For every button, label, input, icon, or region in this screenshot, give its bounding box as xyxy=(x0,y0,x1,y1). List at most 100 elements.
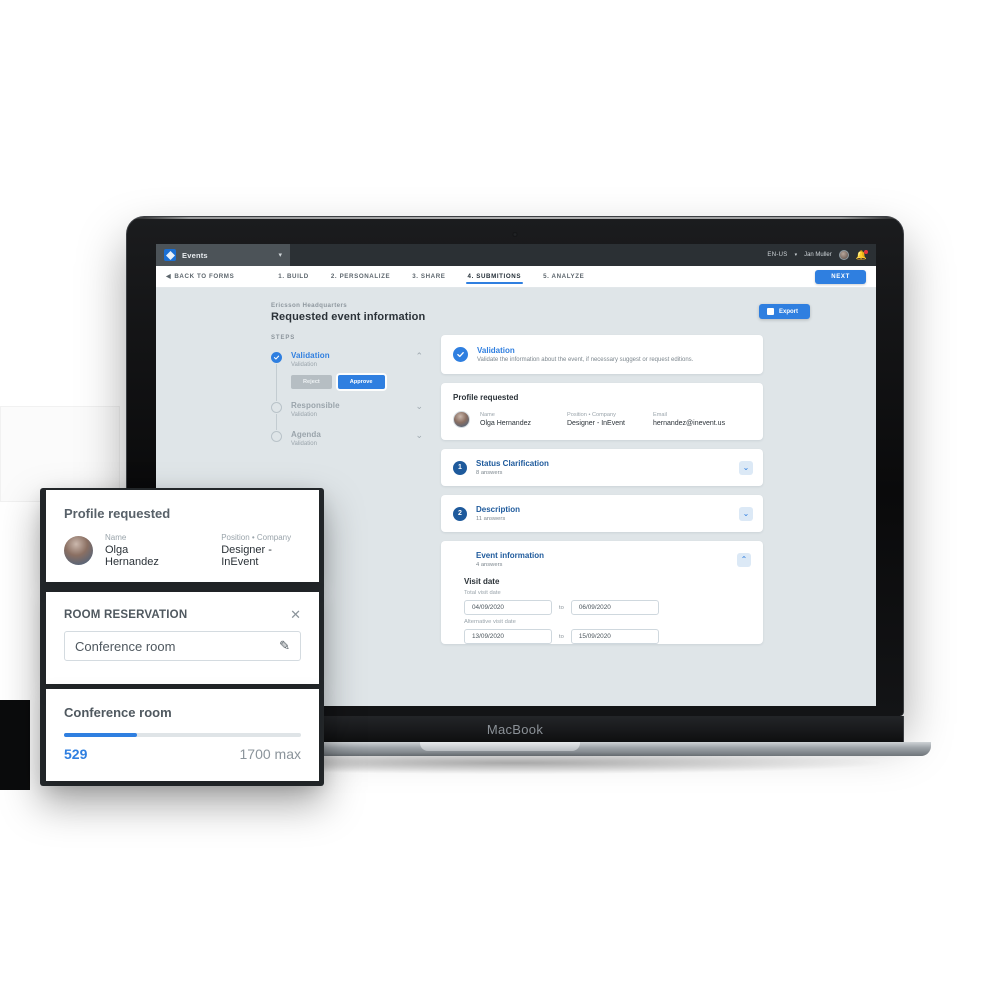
user-name[interactable]: Jan Muller xyxy=(804,252,832,258)
field-label: Name xyxy=(105,533,127,542)
overlay-profile-row: Name Olga Hernandez Position • Company D… xyxy=(64,533,301,568)
section-status-clarification[interactable]: 1 Status Clarification 8 answers ⌄ xyxy=(441,449,763,486)
export-label: Export xyxy=(778,308,798,315)
field-label: Position • Company xyxy=(221,533,292,542)
step-subtitle: Validation xyxy=(291,441,317,447)
field-value: Designer - InEvent xyxy=(221,544,272,568)
to-label: to xyxy=(559,604,564,611)
total-visit-from-input[interactable]: 04/09/2020 xyxy=(464,600,552,615)
validation-card: Validation Validate the information abou… xyxy=(441,335,763,374)
chevron-down-icon[interactable]: ▾ xyxy=(278,251,282,259)
app-topbar: Events ▾ EN-US ▾ Jan Muller 🔔 xyxy=(156,244,876,266)
profile-requested-card: Profile requested Name Olga Hernandez Po… xyxy=(441,383,763,440)
chevron-up-icon[interactable]: ⌃ xyxy=(737,552,751,567)
section-title: Status Clarification xyxy=(476,459,549,468)
room-name-input[interactable]: Conference room ✎ xyxy=(64,631,301,661)
alt-visit-from-input[interactable]: 13/09/2020 xyxy=(464,629,552,644)
next-button[interactable]: NEXT xyxy=(815,269,866,284)
app-switcher[interactable]: Events ▾ xyxy=(156,244,290,266)
wizard-steps: 1. BUILD 2. PERSONALIZE 3. SHARE 4. SUBM… xyxy=(278,271,584,284)
tab-submitions[interactable]: 4. SUBMITIONS xyxy=(465,273,523,284)
check-circle-icon xyxy=(271,352,282,363)
capacity-max: 1700 max xyxy=(239,746,301,762)
profile-card-title: Profile requested xyxy=(453,393,519,402)
field-value: Olga Hernandez xyxy=(480,420,531,427)
validation-description: Validate the information about the event… xyxy=(477,357,694,363)
step-rail xyxy=(276,414,277,430)
check-circle-icon xyxy=(453,347,468,362)
section-header: 2 Description 11 answers ⌄ xyxy=(441,495,763,532)
tab-personalize[interactable]: 2. PERSONALIZE xyxy=(331,273,390,284)
language-selector[interactable]: EN-US xyxy=(767,252,787,258)
circle-icon xyxy=(271,431,282,442)
field-value: Olga Hernandez xyxy=(105,544,159,568)
overlay-capacity-title: Conference room xyxy=(64,705,172,720)
step-title: Responsible xyxy=(291,401,340,410)
reject-button[interactable]: Reject xyxy=(291,375,332,389)
section-event-information: Event information 4 answers ⌃ Visit date… xyxy=(441,541,763,644)
section-answers: 8 answers xyxy=(476,470,503,476)
section-header: 1 Status Clarification 8 answers ⌄ xyxy=(441,449,763,486)
section-description[interactable]: 2 Description 11 answers ⌄ xyxy=(441,495,763,532)
section-title: Event information xyxy=(476,551,545,560)
field-label: Name xyxy=(480,412,495,418)
export-icon xyxy=(766,308,774,315)
overlay-capacity-card: Conference room 529 1700 max xyxy=(46,689,319,781)
tab-build[interactable]: 1. BUILD xyxy=(278,273,309,284)
macbook-notch xyxy=(420,742,580,751)
overlay-profile-requested-card: Profile requested Name Olga Hernandez Po… xyxy=(46,490,319,582)
chevron-left-icon: ◀ xyxy=(166,273,172,280)
field-value: Designer - InEvent xyxy=(566,420,625,427)
steps-heading: STEPS xyxy=(271,335,296,341)
chevron-down-icon[interactable]: ⌄ xyxy=(739,506,753,521)
validation-title: Validation xyxy=(477,346,515,355)
step-title: Agenda xyxy=(291,430,321,439)
back-to-forms-label: BACK TO FORMS xyxy=(174,273,235,280)
section-text: Description 11 answers xyxy=(476,505,739,522)
notification-badge xyxy=(864,249,868,254)
overlay-field-name: Name Olga Hernandez xyxy=(105,533,175,568)
back-to-forms-button[interactable]: ◀ BACK TO FORMS xyxy=(166,273,234,280)
approve-button[interactable]: Approve xyxy=(337,375,385,389)
validation-card-inner: Validation Validate the information abou… xyxy=(441,335,763,374)
overlay-room-header: ROOM RESERVATION ✕ xyxy=(64,608,301,621)
chevron-down-icon[interactable]: ⌄ xyxy=(415,402,423,411)
room-name-value: Conference room xyxy=(75,638,176,654)
topbar-right: EN-US ▾ Jan Muller 🔔 xyxy=(767,249,876,260)
tab-share[interactable]: 3. SHARE xyxy=(412,273,445,284)
close-icon[interactable]: ✕ xyxy=(290,608,301,621)
chevron-up-icon[interactable]: ⌃ xyxy=(415,352,423,361)
total-visit-to-input[interactable]: 06/09/2020 xyxy=(570,600,659,615)
section-title: Description xyxy=(476,505,521,514)
section-header[interactable]: Event information 4 answers ⌃ xyxy=(453,551,751,568)
section-answers: 11 answers xyxy=(476,516,506,522)
tab-analyze[interactable]: 5. ANALYZE xyxy=(543,273,584,284)
step-subtitle: Validation xyxy=(291,362,317,368)
circle-icon xyxy=(271,402,282,413)
chevron-down-icon[interactable]: ⌄ xyxy=(739,460,753,475)
pencil-icon[interactable]: ✎ xyxy=(279,638,290,654)
step-responsible[interactable]: Responsible Validation ⌄ xyxy=(271,401,423,430)
notification-bell-icon[interactable]: 🔔 xyxy=(856,249,868,260)
chevron-down-icon[interactable]: ▾ xyxy=(795,252,798,258)
events-logo-icon xyxy=(164,249,176,261)
step-validation[interactable]: Validation Validation Reject Approve ⌃ xyxy=(271,351,423,401)
overlay-room-reservation-card: ROOM RESERVATION ✕ Conference room ✎ xyxy=(46,592,319,684)
capacity-current: 529 xyxy=(64,746,88,762)
capacity-progress-bar xyxy=(64,733,301,737)
alt-visit-to-input[interactable]: 15/09/2020 xyxy=(570,629,659,644)
chevron-down-icon[interactable]: ⌄ xyxy=(415,431,423,440)
screenshot-root: Events ▾ EN-US ▾ Jan Muller 🔔 ◀ BACK TO … xyxy=(0,0,1000,1000)
profile-card-inner: Profile requested Name Olga Hernandez Po… xyxy=(441,383,763,440)
step-rail xyxy=(276,364,277,401)
section-text: Event information 4 answers xyxy=(453,551,737,568)
step-actions: Reject Approve xyxy=(291,375,409,389)
export-button[interactable]: Export xyxy=(758,304,810,319)
alt-visit-date-row: 13/09/2020 to 15/09/2020 xyxy=(464,629,751,644)
total-visit-date-label: Total visit date xyxy=(464,590,501,596)
profile-field-name: Name Olga Hernandez xyxy=(480,412,531,427)
section-number: 1 xyxy=(453,460,467,475)
step-agenda[interactable]: Agenda Validation ⌄ xyxy=(271,430,423,459)
user-avatar[interactable] xyxy=(838,250,849,260)
profile-field-email: Email hernandez@inevent.us xyxy=(653,412,725,427)
